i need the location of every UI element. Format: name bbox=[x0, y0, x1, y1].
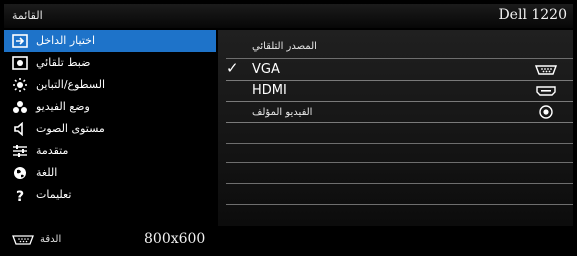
hdmi-port-icon bbox=[536, 86, 556, 96]
menu-item-video-mode[interactable]: وضع الفيديو bbox=[4, 96, 216, 118]
brightness-icon bbox=[13, 78, 27, 92]
vga-port-icon bbox=[535, 65, 557, 75]
divider bbox=[226, 162, 573, 163]
auto-source-label: المصدر التلقائي bbox=[252, 41, 317, 52]
auto-adjust-icon bbox=[12, 56, 28, 70]
auto-source-option[interactable]: المصدر التلقائي bbox=[226, 36, 573, 56]
menu-item-language[interactable]: اللغة bbox=[4, 162, 216, 184]
video-mode-icon bbox=[13, 101, 27, 113]
source-option-vga[interactable]: ✓ VGA bbox=[226, 59, 573, 81]
menu-item-brightness-contrast[interactable]: السطوع/التباين bbox=[4, 74, 216, 96]
projector-osd: القائمة Dell 1220 اختيار الداخل ضبط تلقا… bbox=[0, 0, 577, 256]
source-option-hdmi[interactable]: HDMI bbox=[226, 81, 573, 102]
divider bbox=[226, 143, 573, 144]
language-globe-icon bbox=[14, 167, 26, 179]
main-menu: اختيار الداخل ضبط تلقائي السطوع/التباين bbox=[4, 30, 216, 226]
volume-icon bbox=[14, 122, 23, 136]
input-select-icon bbox=[12, 34, 28, 48]
title-bar: القائمة Dell 1220 bbox=[4, 4, 573, 28]
menu-item-input-select[interactable]: اختيار الداخل bbox=[4, 30, 216, 52]
divider bbox=[226, 183, 573, 184]
menu-item-label: اللغة bbox=[36, 166, 58, 179]
source-label: الفيديو المؤلف bbox=[252, 107, 313, 118]
source-label: VGA bbox=[252, 62, 280, 77]
source-label: HDMI bbox=[252, 83, 287, 98]
composite-video-icon bbox=[539, 105, 553, 119]
menu-item-label: وضع الفيديو bbox=[36, 100, 90, 113]
divider bbox=[226, 58, 573, 59]
menu-item-label: اختيار الداخل bbox=[36, 34, 96, 47]
checkmark-icon: ✓ bbox=[226, 59, 239, 77]
source-option-composite-video[interactable]: الفيديو المؤلف bbox=[226, 102, 573, 123]
resolution-value: 800x600 bbox=[144, 231, 206, 247]
menu-item-auto-adjust[interactable]: ضبط تلقائي bbox=[4, 52, 216, 74]
menu-item-help[interactable]: ? تعليمات bbox=[4, 184, 216, 206]
projector-model: Dell 1220 bbox=[498, 7, 567, 23]
svg-text:?: ? bbox=[16, 189, 24, 202]
divider bbox=[226, 204, 573, 205]
menu-item-label: مستوى الصوت bbox=[36, 122, 105, 135]
menu-item-label: ضبط تلقائي bbox=[36, 56, 91, 69]
menu-item-advanced[interactable]: متقدمة bbox=[4, 140, 216, 162]
resolution-label: الدقة bbox=[40, 234, 62, 245]
menu-item-label: تعليمات bbox=[36, 188, 72, 201]
advanced-settings-icon bbox=[13, 145, 27, 157]
menu-item-label: متقدمة bbox=[36, 144, 69, 157]
menu-title: القائمة bbox=[12, 9, 43, 22]
resolution-connector-icon bbox=[12, 235, 34, 245]
status-bar: الدقة 800x600 bbox=[4, 228, 573, 252]
help-icon: ? bbox=[16, 189, 24, 202]
menu-item-volume[interactable]: مستوى الصوت bbox=[4, 118, 216, 140]
menu-item-label: السطوع/التباين bbox=[36, 78, 106, 91]
input-select-panel: المصدر التلقائي ✓ VGA HDMI الفيديو المؤل… bbox=[218, 30, 573, 226]
